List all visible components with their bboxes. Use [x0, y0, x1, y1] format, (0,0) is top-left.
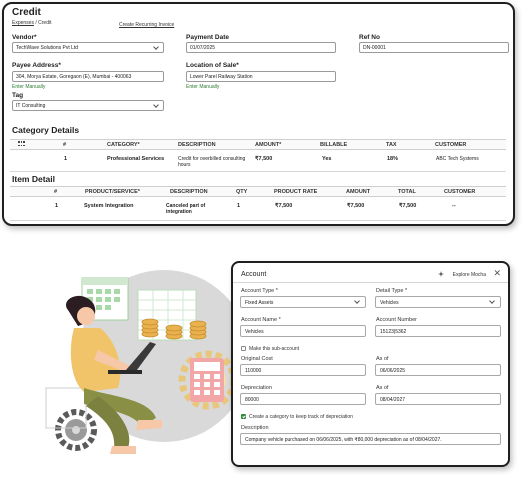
payment-date-input[interactable]: 01/07/2025 [186, 42, 336, 53]
description-input[interactable]: Company vehicle purchased on 06/06/2025,… [240, 433, 501, 445]
location-of-sale-label: Location of Sale* [186, 62, 239, 69]
detail-type-select[interactable]: Vehicles [375, 296, 501, 308]
cell-category[interactable]: Professional Services [107, 156, 164, 162]
cell-tax[interactable]: 18% [387, 156, 398, 162]
sparkle-icon [438, 271, 444, 277]
col-num: # [63, 142, 67, 148]
col-product-service: PRODUCT/SERVICE* [85, 189, 140, 195]
depreciation-label: Depreciation [241, 385, 272, 391]
account-dialog: Account Explore Mocha ✕ Account Type * F… [231, 261, 510, 467]
col-amount: AMOUNT* [255, 142, 282, 148]
description-label: Description [241, 425, 269, 431]
col-billable: BILLABLE [320, 142, 348, 148]
page-title: Credit [12, 7, 41, 18]
sub-account-label: Make this sub-account [249, 346, 300, 352]
account-name-input[interactable]: Vehicles [240, 325, 366, 337]
col-description: DESCRIPTION [178, 142, 216, 148]
account-dialog-title: Account [241, 271, 267, 278]
cell-rate[interactable]: ₹7,500 [275, 203, 292, 209]
cell-qty[interactable]: 1 [237, 203, 240, 209]
col-category: CATEGORY* [107, 142, 140, 148]
col-num: # [54, 189, 58, 195]
col-description: DESCRIPTION [170, 189, 208, 195]
row-divider [10, 220, 506, 221]
col-qty: QTY [236, 189, 248, 195]
category-details-title: Category Details [12, 125, 80, 135]
track-depreciation-label: Create a category to keep track of depre… [249, 414, 353, 420]
cell-amount[interactable]: ₹7,500 [347, 203, 364, 209]
account-type-select[interactable]: Fixed Assets [240, 296, 366, 308]
payment-date-label: Payment Date [186, 34, 229, 41]
col-customer: CUSTOMER [444, 189, 476, 195]
cell-total[interactable]: ₹7,500 [399, 203, 416, 209]
cell-description[interactable]: Credit for overbilled consulting hours [178, 156, 246, 168]
original-cost-label: Original Cost [241, 356, 273, 362]
account-number-label: Account Number [376, 317, 417, 323]
col-customer: CUSTOMER [435, 142, 467, 148]
cell-product[interactable]: System Integration [84, 203, 134, 209]
grid-menu-icon[interactable] [18, 141, 25, 147]
ref-no-input[interactable]: DN-00001 [359, 42, 509, 53]
cell-num: 1 [64, 156, 68, 162]
payee-address-input[interactable]: 304, Morya Estate, Goregaon (E), Mumbai … [12, 71, 164, 82]
track-depreciation-checkbox[interactable] [241, 414, 246, 419]
sub-account-checkbox[interactable] [241, 346, 246, 351]
account-name-label: Account Name * [241, 317, 281, 323]
credit-form-card: Credit Expenses / Credit Create Recurrin… [2, 2, 515, 226]
vendor-select[interactable]: TechWave Solutions Pvt Ltd [12, 42, 164, 53]
breadcrumb-expenses-link[interactable]: Expenses [12, 20, 34, 26]
vendor-label: Vendor* [12, 34, 37, 41]
breadcrumb-current: Credit [38, 20, 52, 26]
as-of-label: As of [376, 356, 389, 362]
explore-mocha-link[interactable]: Explore Mocha [453, 272, 486, 278]
col-total: TOTAL [398, 189, 416, 195]
col-product-rate: PRODUCT RATE [274, 189, 318, 195]
payee-address-label: Payee Address* [12, 62, 61, 69]
breadcrumb: Expenses / Credit [12, 20, 51, 26]
header-divider [233, 282, 508, 283]
as-of-date-input[interactable]: 06/06/2025 [375, 364, 501, 376]
detail-type-label: Detail Type * [376, 288, 408, 294]
accounting-illustration [45, 270, 250, 454]
row-divider [10, 171, 506, 172]
location-of-sale-input[interactable]: Lower Parel Railway Station [186, 71, 336, 82]
cell-billable[interactable]: Yes [322, 156, 331, 162]
cell-amount[interactable]: ₹7,500 [255, 156, 272, 162]
tag-select[interactable]: IT Consulting [12, 100, 164, 111]
payee-enter-manually-link[interactable]: Enter Manually [12, 84, 45, 90]
calculator-icon [190, 358, 224, 402]
as-of-date-input[interactable]: 08/04/2027 [375, 393, 501, 405]
account-type-label: Account Type * [241, 288, 278, 294]
cell-customer[interactable]: ABC Tech Systems [436, 156, 479, 162]
depreciation-input[interactable]: 80000 [240, 393, 366, 405]
tag-label: Tag [12, 92, 24, 99]
account-number-input[interactable]: 15123|5362 [375, 325, 501, 337]
gear-icon [55, 409, 97, 451]
item-detail-title: Item Detail [12, 174, 55, 184]
col-amount: AMOUNT [346, 189, 371, 195]
as-of-label: As of [376, 385, 389, 391]
cell-description[interactable]: Canceled part of integration [166, 203, 226, 215]
location-enter-manually-link[interactable]: Enter Manually [186, 84, 219, 90]
close-icon[interactable]: ✕ [493, 269, 501, 278]
cell-customer[interactable]: -- [452, 203, 456, 209]
original-cost-input[interactable]: 110000 [240, 364, 366, 376]
col-tax: TAX [386, 142, 397, 148]
breadcrumb-separator: / [35, 20, 37, 26]
cell-num: 1 [55, 203, 59, 209]
create-recurring-invoice-link[interactable]: Create Recurring Invoice [119, 22, 174, 28]
ref-no-label: Ref No [359, 34, 380, 41]
